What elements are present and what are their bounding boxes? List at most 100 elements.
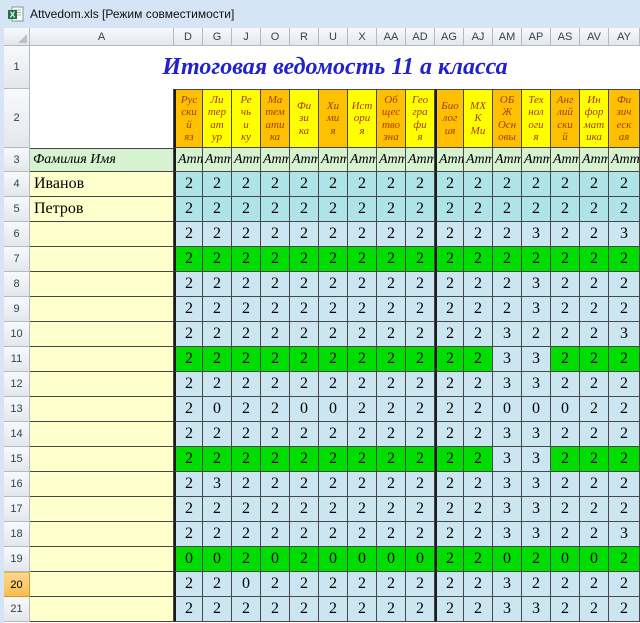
grade-cell[interactable]: 2 bbox=[290, 372, 319, 397]
grade-cell[interactable]: 2 bbox=[522, 547, 551, 572]
grade-cell[interactable]: 2 bbox=[290, 447, 319, 472]
grade-cell[interactable]: 2 bbox=[261, 597, 290, 622]
grade-cell[interactable]: 3 bbox=[493, 447, 522, 472]
grade-cell[interactable]: 2 bbox=[232, 447, 261, 472]
grade-cell[interactable]: 2 bbox=[551, 572, 580, 597]
grade-cell[interactable]: 2 bbox=[232, 222, 261, 247]
grade-cell[interactable]: 2 bbox=[464, 297, 493, 322]
grade-cell[interactable]: 2 bbox=[609, 347, 640, 372]
grade-cell[interactable]: 3 bbox=[522, 222, 551, 247]
grade-cell[interactable]: 2 bbox=[435, 297, 464, 322]
grade-cell[interactable]: 2 bbox=[232, 272, 261, 297]
grade-cell[interactable]: 2 bbox=[464, 422, 493, 447]
grade-cell[interactable]: 2 bbox=[551, 447, 580, 472]
grade-cell[interactable]: 2 bbox=[290, 422, 319, 447]
grade-cell[interactable]: 2 bbox=[174, 172, 203, 197]
grade-cell[interactable]: 2 bbox=[580, 597, 609, 622]
student-name-cell[interactable] bbox=[30, 222, 174, 247]
grade-cell[interactable]: 0 bbox=[261, 547, 290, 572]
grade-cell[interactable]: 2 bbox=[377, 272, 406, 297]
column-header-A[interactable]: A bbox=[30, 28, 174, 46]
grade-cell[interactable]: 2 bbox=[377, 597, 406, 622]
grade-cell[interactable]: 0 bbox=[174, 547, 203, 572]
grade-cell[interactable]: 2 bbox=[435, 197, 464, 222]
grade-cell[interactable]: 2 bbox=[435, 447, 464, 472]
grade-cell[interactable]: 2 bbox=[435, 247, 464, 272]
grade-cell[interactable]: 0 bbox=[493, 397, 522, 422]
grade-cell[interactable]: 2 bbox=[290, 472, 319, 497]
grade-cell[interactable]: 2 bbox=[232, 247, 261, 272]
student-name-cell[interactable] bbox=[30, 572, 174, 597]
grade-cell[interactable]: 2 bbox=[290, 197, 319, 222]
grade-cell[interactable]: 2 bbox=[203, 522, 232, 547]
student-name-cell[interactable] bbox=[30, 447, 174, 472]
grade-cell[interactable]: 2 bbox=[261, 297, 290, 322]
row-header-8[interactable]: 8 bbox=[4, 272, 30, 297]
grade-cell[interactable]: 2 bbox=[435, 222, 464, 247]
grade-cell[interactable]: 3 bbox=[493, 597, 522, 622]
grade-cell[interactable]: 3 bbox=[522, 472, 551, 497]
grade-cell[interactable]: 2 bbox=[464, 497, 493, 522]
student-name-cell[interactable] bbox=[30, 397, 174, 422]
grade-cell[interactable]: 2 bbox=[261, 272, 290, 297]
grade-cell[interactable]: 0 bbox=[406, 547, 435, 572]
grade-cell[interactable]: 2 bbox=[377, 247, 406, 272]
grade-cell[interactable]: 2 bbox=[406, 597, 435, 622]
grade-cell[interactable]: 2 bbox=[348, 172, 377, 197]
student-name-cell[interactable] bbox=[30, 347, 174, 372]
empty-cell-a2[interactable] bbox=[30, 89, 174, 148]
grade-cell[interactable]: 2 bbox=[551, 597, 580, 622]
grade-cell[interactable]: 2 bbox=[580, 572, 609, 597]
grade-cell[interactable]: 3 bbox=[493, 497, 522, 522]
grade-cell[interactable]: 2 bbox=[580, 472, 609, 497]
grade-cell[interactable]: 3 bbox=[522, 597, 551, 622]
grade-cell[interactable]: 2 bbox=[493, 222, 522, 247]
grade-cell[interactable]: 2 bbox=[319, 522, 348, 547]
grade-cell[interactable]: 2 bbox=[435, 572, 464, 597]
column-header-U[interactable]: U bbox=[319, 28, 348, 46]
att-header-cell[interactable]: Атт bbox=[348, 148, 377, 172]
row-header-14[interactable]: 14 bbox=[4, 422, 30, 447]
grade-cell[interactable]: 2 bbox=[435, 372, 464, 397]
grade-cell[interactable]: 2 bbox=[290, 597, 319, 622]
grade-cell[interactable]: 2 bbox=[464, 197, 493, 222]
row-header-18[interactable]: 18 bbox=[4, 522, 30, 547]
student-name-cell[interactable] bbox=[30, 547, 174, 572]
grade-cell[interactable]: 2 bbox=[203, 197, 232, 222]
grade-cell[interactable]: 2 bbox=[319, 447, 348, 472]
select-all-corner[interactable] bbox=[4, 28, 30, 46]
grade-cell[interactable]: 2 bbox=[290, 522, 319, 547]
grade-cell[interactable]: 2 bbox=[464, 372, 493, 397]
grade-cell[interactable]: 2 bbox=[609, 547, 640, 572]
subject-header-cell[interactable]: Технология bbox=[522, 89, 551, 148]
grade-cell[interactable]: 3 bbox=[609, 222, 640, 247]
grade-cell[interactable]: 2 bbox=[464, 347, 493, 372]
grade-cell[interactable]: 2 bbox=[580, 297, 609, 322]
row-header-17[interactable]: 17 bbox=[4, 497, 30, 522]
grade-cell[interactable]: 2 bbox=[406, 172, 435, 197]
grade-cell[interactable]: 2 bbox=[580, 322, 609, 347]
grade-cell[interactable]: 2 bbox=[580, 347, 609, 372]
grade-cell[interactable]: 2 bbox=[319, 422, 348, 447]
grade-cell[interactable]: 2 bbox=[348, 472, 377, 497]
grade-cell[interactable]: 2 bbox=[232, 597, 261, 622]
grade-cell[interactable]: 2 bbox=[580, 247, 609, 272]
grade-cell[interactable]: 0 bbox=[319, 397, 348, 422]
grade-cell[interactable]: 2 bbox=[319, 272, 348, 297]
att-header-cell[interactable]: Атт bbox=[203, 148, 232, 172]
grade-cell[interactable]: 2 bbox=[551, 222, 580, 247]
grade-cell[interactable]: 2 bbox=[609, 272, 640, 297]
grade-cell[interactable]: 2 bbox=[203, 422, 232, 447]
grade-cell[interactable]: 2 bbox=[348, 447, 377, 472]
grade-cell[interactable]: 2 bbox=[290, 297, 319, 322]
grade-cell[interactable]: 2 bbox=[493, 247, 522, 272]
student-name-cell[interactable]: Иванов bbox=[30, 172, 174, 197]
grade-cell[interactable]: 2 bbox=[203, 272, 232, 297]
grade-cell[interactable]: 2 bbox=[464, 272, 493, 297]
grade-cell[interactable]: 2 bbox=[348, 372, 377, 397]
subject-header-cell[interactable]: Биология bbox=[435, 89, 464, 148]
grade-cell[interactable]: 2 bbox=[464, 222, 493, 247]
grade-cell[interactable]: 2 bbox=[348, 422, 377, 447]
grade-cell[interactable]: 2 bbox=[232, 372, 261, 397]
grade-cell[interactable]: 2 bbox=[261, 447, 290, 472]
